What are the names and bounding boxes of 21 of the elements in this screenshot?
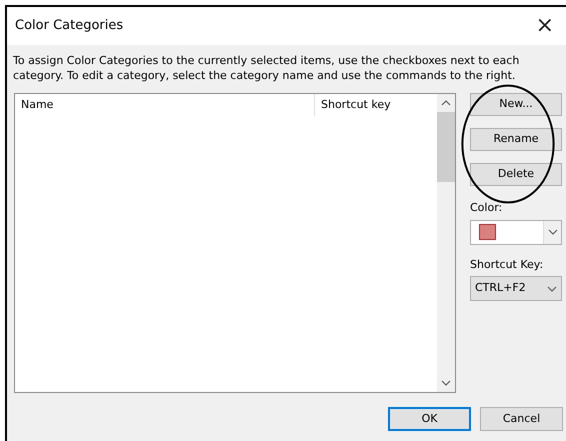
scrollbar[interactable] — [437, 94, 455, 392]
chevron-down-icon — [547, 286, 557, 292]
ok-button[interactable]: OK — [388, 407, 471, 431]
cancel-button[interactable]: Cancel — [480, 407, 563, 431]
color-dropdown[interactable] — [470, 220, 562, 244]
close-button[interactable]: × — [532, 15, 558, 37]
command-button[interactable]: New... — [470, 93, 562, 116]
scroll-up-icon — [441, 100, 451, 106]
command-button[interactable]: Delete — [470, 163, 562, 186]
command-button[interactable]: Rename — [470, 128, 562, 151]
column-header: Shortcut key — [321, 98, 391, 111]
instruction-text: To assign Color Categories to the currently selected items, use the checkboxes next to each category. To edit a category, select the category name and use the commands to the right. — [12, 53, 520, 83]
scroll-down-icon — [441, 380, 451, 386]
color-label: Color: — [470, 200, 504, 216]
window-title: Color Categories — [15, 17, 124, 36]
scrollbar-thumb[interactable] — [437, 112, 455, 182]
shortcut-key-label: Shortcut Key: — [470, 256, 544, 272]
chevron-down-icon — [548, 229, 558, 235]
column-header: Name — [21, 96, 54, 113]
category-list[interactable]: Name Shortcut key — [14, 93, 456, 393]
shortcut-key-dropdown[interactable]: CTRL+F2 — [470, 276, 562, 301]
